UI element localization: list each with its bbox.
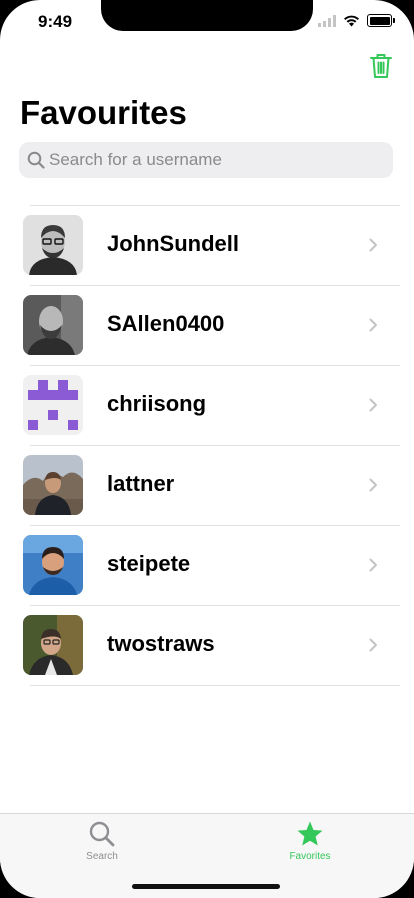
username-label: SAllen0400 bbox=[107, 311, 225, 336]
avatar bbox=[23, 455, 83, 515]
username-label: JohnSundell bbox=[107, 231, 239, 256]
favorite-row-twostraws[interactable]: twostraws bbox=[0, 605, 414, 685]
star-icon bbox=[297, 821, 323, 846]
username-label: lattner bbox=[107, 471, 175, 496]
username-label: chriisong bbox=[107, 391, 207, 416]
avatar bbox=[23, 375, 83, 435]
favorite-row-lattner[interactable]: lattner bbox=[0, 445, 414, 525]
avatar bbox=[23, 215, 83, 275]
search-bar[interactable] bbox=[19, 142, 393, 178]
favorite-row-johnsundell[interactable]: JohnSundell bbox=[0, 205, 414, 285]
screen: 9:49 Favourites Search for a username Jo… bbox=[0, 0, 414, 898]
avatar bbox=[23, 295, 83, 355]
username-label: twostraws bbox=[107, 631, 215, 656]
trash-icon[interactable] bbox=[369, 53, 393, 79]
avatar bbox=[23, 615, 83, 675]
tab-favorites-label: Favorites bbox=[289, 851, 331, 862]
device-notch bbox=[101, 0, 313, 31]
cellular-signal-icon bbox=[318, 14, 336, 27]
battery-icon bbox=[367, 14, 395, 27]
status-time: 9:49 bbox=[38, 12, 73, 31]
favorite-row-steipete[interactable]: steipete bbox=[0, 525, 414, 605]
status-icons bbox=[318, 14, 395, 27]
divider bbox=[30, 685, 400, 686]
tab-search[interactable]: Search bbox=[32, 814, 172, 862]
tab-favorites[interactable]: Favorites bbox=[240, 814, 380, 862]
chevron-right-icon bbox=[369, 558, 377, 572]
search-icon bbox=[27, 151, 45, 169]
username-label: steipete bbox=[107, 551, 191, 576]
home-indicator bbox=[132, 884, 280, 889]
chevron-right-icon bbox=[369, 238, 377, 252]
tab-search-label: Search bbox=[86, 851, 118, 862]
favorite-row-sallen0400[interactable]: SAllen0400 bbox=[0, 285, 414, 365]
favorite-row-chriisong[interactable]: chriisong bbox=[0, 365, 414, 445]
chevron-right-icon bbox=[369, 478, 377, 492]
search-icon bbox=[89, 821, 115, 847]
avatar bbox=[23, 535, 83, 595]
chevron-right-icon bbox=[369, 318, 377, 332]
chevron-right-icon bbox=[369, 398, 377, 412]
search-input[interactable] bbox=[49, 150, 369, 170]
page-title: Favourites bbox=[20, 94, 187, 131]
wifi-icon bbox=[344, 15, 359, 26]
chevron-right-icon bbox=[369, 638, 377, 652]
